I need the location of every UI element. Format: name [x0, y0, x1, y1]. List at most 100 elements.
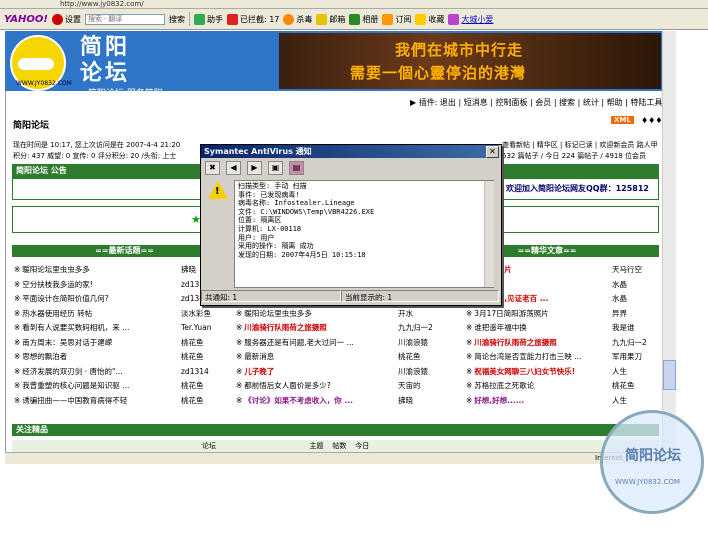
topic-author[interactable]: 水晶	[612, 292, 627, 305]
dialog-close-button[interactable]: ✕	[486, 146, 499, 158]
topic-title[interactable]: 思想的飘泊者	[22, 352, 67, 361]
delete-icon[interactable]: ✖	[205, 161, 220, 175]
page-scrollbar[interactable]	[662, 31, 676, 459]
popup-blocker-button[interactable]: 已拦截: 17	[226, 13, 279, 25]
topic-row[interactable]: ※ 《讨论》如果不考虑收入，你 ...	[236, 394, 394, 407]
topic-title[interactable]: 诱骗扭曲——中国教育病得不轻	[22, 396, 127, 405]
topic-author[interactable]: 桃花鱼	[181, 336, 204, 349]
topic-row[interactable]: ※ 最新消息	[236, 350, 394, 363]
mail-button[interactable]: 邮箱	[316, 13, 345, 25]
topic-row[interactable]: ※ 服务器还是有问题,老大过问一 ...	[236, 336, 394, 349]
topic-row[interactable]: ※ 祝福美女网聊三八妇女节快乐!	[466, 365, 610, 378]
topic-title[interactable]: 苏格拉底之死歌论	[474, 381, 534, 390]
topic-row[interactable]: ※ 热水器使用经历 转帖	[14, 307, 178, 320]
scrollbar-thumb[interactable]	[663, 360, 676, 390]
topic-row[interactable]: ※ 儿子晚了	[236, 365, 394, 378]
topic-title[interactable]: 谁把遥年福中换	[474, 323, 527, 332]
topic-row[interactable]: ※ 空分扶枝我多运的家!	[14, 278, 178, 291]
topic-title[interactable]: 暖阳论坛里虫虫多多	[22, 265, 90, 274]
forward-icon[interactable]: ▶	[247, 161, 262, 175]
topic-author[interactable]: 桃花鱼	[181, 350, 204, 363]
topic-title[interactable]: 3月17日简阳游荡照片	[474, 309, 548, 318]
topic-title[interactable]: 简论台湾是否宣能力打击三映 ...	[474, 352, 581, 361]
topic-author[interactable]: 天宙的	[398, 379, 421, 392]
topic-author[interactable]: 天马行空	[612, 263, 642, 276]
topic-title[interactable]: 空分扶枝我多运的家!	[22, 280, 93, 289]
xml-badge[interactable]: XML	[611, 116, 634, 124]
topic-title[interactable]: 看到有人说要买数码相机，来 ...	[22, 323, 129, 332]
yahoo-logo[interactable]: YAHOO!	[4, 14, 48, 25]
topic-row[interactable]: ※ 暖阳论坛里虫虫多多	[14, 263, 178, 276]
topic-title[interactable]: 都前悟后女人面价是多少?	[244, 381, 330, 390]
topic-title[interactable]: 川渝骑行队雨荷之旅摄照	[474, 338, 557, 347]
topic-author[interactable]: 桃花鱼	[612, 379, 635, 392]
topic-author[interactable]: 拂晓	[398, 394, 413, 407]
top-nav-links[interactable]: ▶ 插件: 退出 | 短消息 | 控制面板 | 会员 | 搜索 | 统计 | 帮…	[410, 97, 662, 108]
topic-author[interactable]: 开水	[398, 307, 413, 320]
settings-button[interactable]: 设置	[51, 13, 81, 25]
topic-row[interactable]: ※ 看到有人说要买数码相机，来 ...	[14, 321, 178, 334]
topic-author[interactable]: 我是谁	[612, 321, 635, 334]
topic-title[interactable]: 祝福美女网聊三八妇女节快乐!	[474, 367, 575, 376]
topic-row[interactable]: ※ 好想,好想......	[466, 394, 610, 407]
forum-name[interactable]: 简阳论坛	[13, 118, 49, 131]
dialog-scrollbar[interactable]	[484, 181, 494, 287]
topic-row[interactable]: ※ 平面设计在简阳价值几何?	[14, 292, 178, 305]
toolbar-search-input[interactable]	[84, 13, 165, 25]
topic-title[interactable]: 热水器使用经历 转帖	[22, 309, 92, 318]
topic-author[interactable]: 拂晓	[181, 263, 196, 276]
topic-row[interactable]: ※ 南方周末：吴思对话于建嵘	[14, 336, 178, 349]
topic-row[interactable]: ※ 我曾重塑的核心问题是知识驱 ...	[14, 379, 178, 392]
address-bar[interactable]: http://www.jy0832.com/	[0, 0, 708, 9]
search-button[interactable]: 搜索	[169, 14, 185, 25]
topic-title[interactable]: 我曾重塑的核心问题是知识驱 ...	[22, 381, 129, 390]
topic-row[interactable]: ※ 川渝骑行队雨荷之旅摄照	[236, 321, 394, 334]
open-icon[interactable]: ▣	[268, 161, 283, 175]
topic-title[interactable]: 好想,好想......	[474, 396, 524, 405]
topic-author[interactable]: zd1314	[181, 365, 209, 378]
topic-author[interactable]: 九九归一2	[398, 321, 433, 334]
address-text[interactable]: http://www.jy0832.com/	[60, 0, 144, 8]
topic-author[interactable]: 人生	[612, 394, 627, 407]
topic-row[interactable]: ※ 简论台湾是否宣能力打击三映 ...	[466, 350, 610, 363]
topic-row[interactable]: ※ 谁把遥年福中换	[466, 321, 610, 334]
topic-title[interactable]: 儿子晚了	[244, 367, 274, 376]
music-link[interactable]: 大城小爱	[448, 13, 493, 25]
quick-links[interactable]: 查看新帖 | 精华区 | 标记已读 | 欢迎新会员 路人甲	[502, 140, 658, 150]
topic-author[interactable]: 人生	[612, 365, 627, 378]
favorites-button[interactable]: 收藏	[415, 13, 444, 25]
back-icon[interactable]: ◀	[226, 161, 241, 175]
antivirus-button[interactable]: 杀毒	[283, 13, 312, 25]
topic-row[interactable]: ※ 川渝骑行队雨荷之旅摄照	[466, 336, 610, 349]
topic-row[interactable]: ※ 思想的飘泊者	[14, 350, 178, 363]
topic-author[interactable]: 桃花鱼	[181, 394, 204, 407]
topic-title[interactable]: 平面设计在简阳价值几何?	[22, 294, 108, 303]
helper-button[interactable]: 助手	[193, 13, 223, 25]
topic-author[interactable]: 川渝浪猿	[398, 365, 428, 378]
topic-title[interactable]: 最新消息	[244, 352, 274, 361]
topic-row[interactable]: ※ 都前悟后女人面价是多少?	[236, 379, 394, 392]
subscribe-button[interactable]: 订阅	[382, 13, 411, 25]
topic-title[interactable]: 暖阳论坛里虫虫多多	[244, 309, 312, 318]
topic-author[interactable]: Ter.Yuan	[181, 321, 212, 334]
topic-title[interactable]: 《讨论》如果不考虑收入，你 ...	[244, 396, 353, 405]
topic-title[interactable]: 服务器还是有问题,老大过问一 ...	[244, 338, 353, 347]
topic-author[interactable]: 水晶	[612, 278, 627, 291]
topic-author[interactable]: 桃花鱼	[181, 379, 204, 392]
topic-row[interactable]: ※ 诱骗扭曲——中国教育病得不轻	[14, 394, 178, 407]
topic-author[interactable]: 淡水彩鱼	[181, 307, 211, 320]
help-icon[interactable]: ▤	[289, 161, 304, 175]
topic-row[interactable]: ※ 苏格拉底之死歌论	[466, 379, 610, 392]
topic-author[interactable]: 军用果刀	[612, 350, 642, 363]
album-button[interactable]: 相册	[349, 13, 378, 25]
topic-author[interactable]: 九九归一2	[612, 336, 647, 349]
topic-row[interactable]: ※ 经济发展的双刃剑 · 唐怡的"...	[14, 365, 178, 378]
topic-author[interactable]: 异界	[612, 307, 627, 320]
dialog-title[interactable]: Symantec AntiVirus 通知	[201, 145, 499, 158]
topic-author[interactable]: 川渝浪猿	[398, 336, 428, 349]
topic-author[interactable]: 桃花鱼	[398, 350, 421, 363]
topic-row[interactable]: ※ 3月17日简阳游荡照片	[466, 307, 610, 320]
topic-title[interactable]: 经济发展的双刃剑 · 唐怡的"...	[22, 367, 122, 376]
topic-title[interactable]: 川渝骑行队雨荷之旅摄照	[244, 323, 327, 332]
expand-arrows-icon[interactable]: ♦♦♦	[641, 116, 663, 125]
